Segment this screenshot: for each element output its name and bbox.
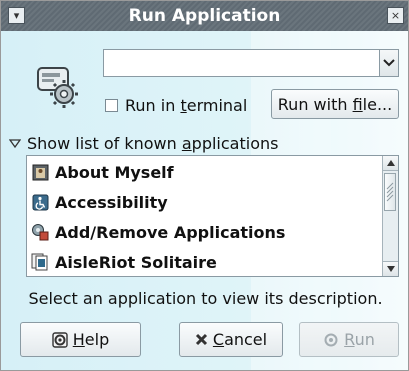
grip-icon [386,182,394,202]
arrow-down-icon [386,266,395,272]
gear-icon [323,332,339,348]
list-item-label: Accessibility [55,192,168,212]
list-item-label: Add/Remove Applications [55,222,286,242]
list-item-label: About Myself [55,162,174,182]
arrow-up-icon [386,160,395,166]
run-label: Run [344,330,375,349]
run-with-file-button[interactable]: Run with file... [271,89,399,119]
run-program-icon [37,64,78,109]
scroll-up-button[interactable] [383,156,398,171]
cancel-button[interactable]: Cancel [179,322,283,357]
list-item-label: AisleRiot Solitaire [55,252,217,272]
application-description: Select an application to view its descri… [28,289,383,308]
known-applications-expander[interactable]: Show list of known applications [9,134,278,153]
expander-triangle-icon [9,138,21,148]
checkbox-box[interactable] [105,98,118,112]
package-icon [31,223,49,241]
accessibility-icon [31,193,49,211]
scroll-thumb[interactable] [384,173,396,211]
list-item[interactable]: Add/Remove Applications [31,221,285,243]
run-in-terminal-label: Run in terminal [125,95,248,115]
run-application-dialog: ▾ Run Application × Run in terminal Run … [0,0,409,371]
list-scrollbar[interactable] [382,156,398,276]
help-icon [52,331,68,348]
cards-icon [31,253,49,271]
scroll-down-button[interactable] [383,261,398,276]
command-input[interactable] [103,49,381,77]
chevron-down-icon [383,59,395,67]
close-button[interactable]: × [387,7,404,24]
help-button[interactable]: Help [20,322,141,357]
list-item[interactable]: Accessibility [31,191,168,213]
list-item[interactable]: AisleRiot Solitaire [31,251,217,273]
command-history-dropdown[interactable] [379,49,399,77]
cancel-label: Cancel [212,330,268,349]
run-in-terminal-checkbox[interactable]: Run in terminal [105,95,248,115]
expander-label: Show list of known applications [27,134,279,153]
application-list[interactable]: About Myself Accessibility Add/Remove Ap… [26,155,399,277]
list-item[interactable]: About Myself [31,161,174,183]
help-label: Help [72,330,110,349]
close-icon: × [390,9,401,22]
window-title: Run Application [128,6,281,26]
cancel-icon [195,333,208,346]
run-with-file-label: Run with file... [277,94,393,114]
title-bar[interactable]: ▾ Run Application × [1,1,408,31]
id-card-icon [31,163,49,181]
run-button[interactable]: Run [299,322,399,357]
